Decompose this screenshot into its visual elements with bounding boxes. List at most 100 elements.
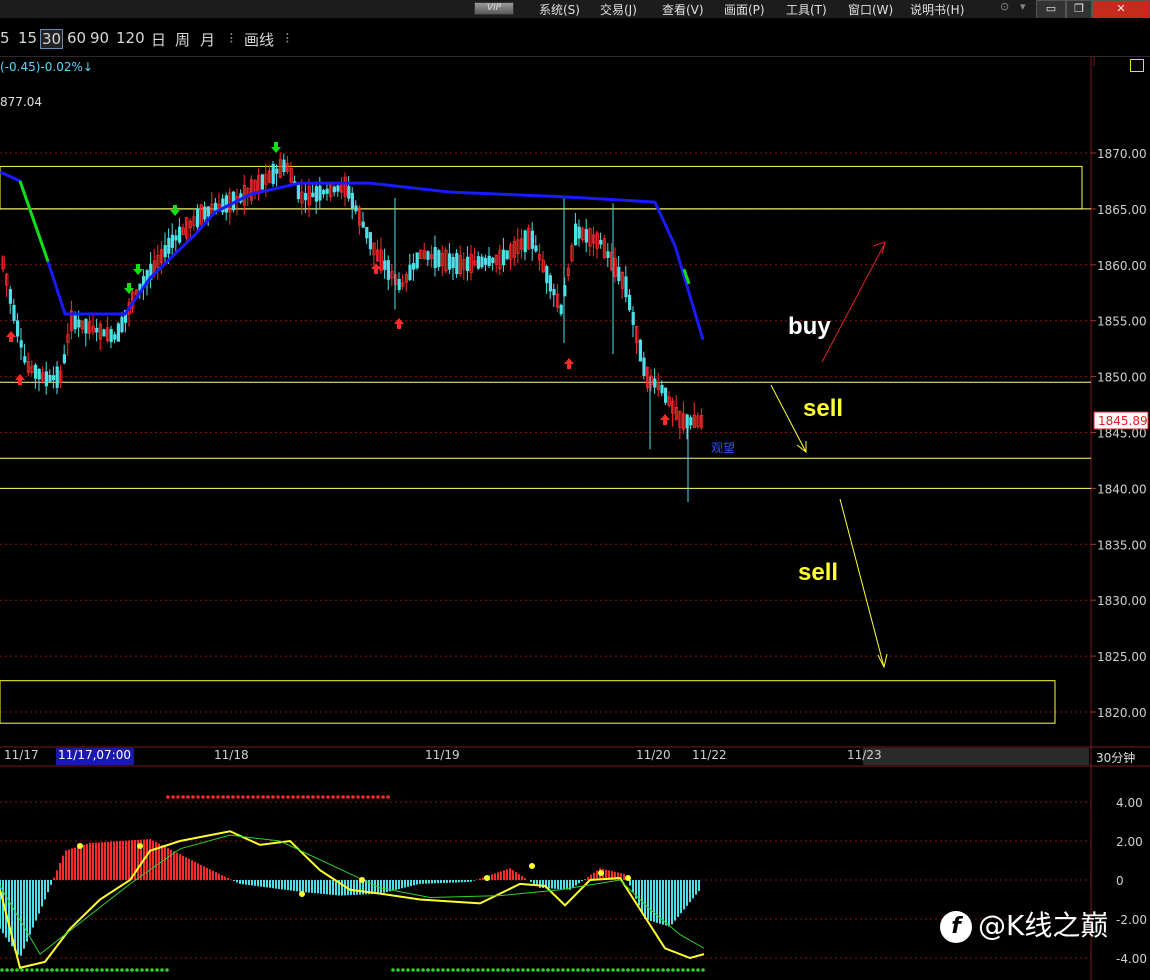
macd-dot — [115, 968, 119, 972]
x-label-1119: 11/19 — [425, 748, 460, 762]
candle-body — [62, 354, 67, 364]
macd-dot — [461, 968, 465, 972]
macd-dot — [561, 968, 565, 972]
candle-body — [383, 260, 387, 270]
macd-dot — [0, 968, 4, 972]
macd-tick-label: -4.00 — [1116, 952, 1147, 966]
moving-average-segment-green — [18, 180, 50, 262]
y-tick-label: 1830.00 — [1097, 594, 1147, 608]
macd-dot — [621, 968, 625, 972]
macd-dot — [551, 968, 555, 972]
macd-dot — [651, 968, 655, 972]
macd-tick-label: 4.00 — [1116, 796, 1143, 810]
candle-body — [84, 318, 88, 334]
candle-body — [584, 229, 589, 243]
macd-dot — [100, 968, 104, 972]
macd-dot — [366, 795, 370, 799]
candle-body — [271, 163, 275, 184]
macd-dot — [626, 968, 630, 972]
candle-body — [332, 186, 337, 193]
macd-dot — [5, 968, 9, 972]
macd-dot — [591, 968, 595, 972]
macd-dot — [271, 795, 275, 799]
buy-trend-arrow — [821, 242, 886, 363]
macd-dot — [471, 968, 475, 972]
candle-body — [491, 257, 495, 264]
macd-dot — [431, 968, 435, 972]
y-tick-label: 1840.00 — [1097, 482, 1147, 496]
candle-body — [282, 159, 286, 173]
macd-dot — [90, 968, 94, 972]
macd-dot — [251, 795, 255, 799]
macd-dot — [586, 968, 590, 972]
macd-dot — [696, 968, 700, 972]
macd-dot — [636, 968, 640, 972]
macd-tick-label: 2.00 — [1116, 835, 1143, 849]
macd-dot — [231, 795, 235, 799]
price-zone-box — [0, 165, 1083, 210]
macd-dot — [166, 795, 170, 799]
macd-signal-dot — [625, 875, 631, 881]
candle-body — [397, 278, 401, 290]
candle-body — [411, 263, 416, 270]
macd-dot — [541, 968, 545, 972]
macd-dot — [691, 968, 695, 972]
candle-body — [433, 246, 437, 269]
candle-body — [52, 375, 56, 381]
macd-dot — [606, 968, 610, 972]
macd-dot — [85, 968, 89, 972]
candle-body — [260, 174, 265, 190]
candle-body — [325, 188, 329, 194]
candle-body — [8, 289, 12, 304]
sell-signal-arrow — [271, 142, 281, 153]
annotation-sell-1: sell — [803, 395, 843, 422]
candle-body — [487, 255, 491, 267]
macd-dot — [506, 968, 510, 972]
status-tag: 观望 — [711, 441, 735, 455]
price-zone-box — [0, 680, 1056, 724]
macd-dot — [331, 795, 335, 799]
candle-body — [55, 366, 59, 388]
macd-dot — [376, 795, 380, 799]
chart-canvas[interactable]: 4.00 2.00 0 -2.00 -4.00 buy sell sell 1870.0… — [0, 0, 1150, 980]
candle-body — [386, 260, 391, 280]
macd-dot — [45, 968, 49, 972]
macd-dot — [191, 795, 195, 799]
watermark: f @K线之巅 — [940, 904, 1108, 944]
macd-dot — [536, 968, 540, 972]
macd-dot — [466, 968, 470, 972]
macd-dot — [526, 968, 530, 972]
macd-dot — [186, 795, 190, 799]
current-price-value: 1845.89 — [1098, 414, 1148, 428]
candle-body — [23, 356, 27, 363]
macd-dot — [421, 968, 425, 972]
macd-dot — [311, 795, 315, 799]
macd-dot — [30, 968, 34, 972]
macd-dot — [291, 795, 295, 799]
macd-dot — [361, 795, 365, 799]
candle-body — [15, 320, 20, 337]
candle-body — [318, 185, 322, 201]
macd-dot — [371, 795, 375, 799]
macd-dot — [406, 968, 410, 972]
candle-body — [77, 319, 81, 328]
candle-body — [552, 288, 556, 296]
macd-dot — [386, 795, 390, 799]
candle-body — [631, 312, 635, 325]
y-tick-label: 1860.00 — [1097, 259, 1147, 273]
macd-dot — [226, 795, 230, 799]
macd-dot — [261, 795, 265, 799]
candle-body — [347, 186, 351, 199]
candle-body — [628, 294, 632, 311]
macd-signal-dot — [77, 843, 83, 849]
macd-dot — [671, 968, 675, 972]
candle-body — [476, 256, 481, 269]
sell-trend-arrow-2 — [839, 498, 885, 668]
macd-dot — [301, 795, 305, 799]
macd-dot — [596, 968, 600, 972]
buy-signal-arrow — [660, 414, 670, 425]
macd-dot — [601, 968, 605, 972]
macd-dot — [391, 968, 395, 972]
y-tick-label: 1820.00 — [1097, 706, 1147, 720]
candle-body — [303, 193, 308, 201]
